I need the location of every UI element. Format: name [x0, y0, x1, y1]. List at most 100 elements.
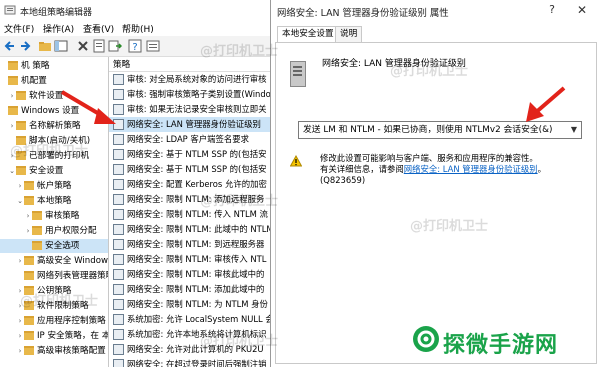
chevron-right-icon[interactable]: › — [16, 179, 24, 193]
chevron-right-icon[interactable]: › — [16, 329, 24, 343]
chevron-right-icon[interactable]: › — [16, 314, 24, 328]
list-column-header[interactable]: 策略 — [109, 57, 270, 72]
warning-line-2-prefix: 有关详细信息，请参阅 — [320, 164, 404, 174]
policy-icon — [113, 314, 124, 325]
tree-item[interactable]: › IP 安全策略，在 本 — [0, 329, 109, 343]
policy-icon — [113, 329, 124, 340]
policy-row[interactable]: 网络安全: 基于 NTLM SSP 的(包括安 — [109, 147, 270, 162]
policy-row[interactable]: 网络安全: 限制 NTLM: 添加此域中的 — [109, 282, 270, 297]
tree-item-label: 高级安全 Window — [37, 256, 108, 266]
policy-row[interactable]: 网络安全: LAN 管理器身份验证级别 — [109, 117, 270, 132]
editor-title-bar: 本地组策略编辑器 — [0, 0, 270, 21]
tree-item-label: 安全选项 — [45, 241, 80, 251]
policy-row-label: 网络安全: 限制 NTLM: 此域中的 NTLM — [127, 224, 270, 234]
tree-item[interactable]: 网络列表管理器策略 — [0, 269, 108, 283]
policy-row[interactable]: 网络安全: 限制 NTLM: 审核此域中的 — [109, 267, 270, 282]
tree-item[interactable]: ⌄ 本地策略 — [0, 194, 108, 208]
chevron-right-icon[interactable]: › — [24, 224, 32, 238]
delete-icon[interactable] — [76, 39, 90, 53]
help-icon[interactable]: ? — [128, 39, 142, 53]
tree-item[interactable]: › 审核策略 — [0, 209, 108, 223]
policy-row[interactable]: 网络安全: LDAP 客户端签名要求 — [109, 132, 270, 147]
back-arrow-icon[interactable] — [3, 39, 17, 53]
warning-text: 修改此设置可能影响与客户端、服务和应用程序的兼容性。 有关详细信息，请参阅网络安… — [320, 153, 590, 186]
policy-row[interactable]: 网络安全: 限制 NTLM: 此域中的 NTLM — [109, 222, 270, 237]
policy-list[interactable]: 审核: 对全局系统对象的访问进行审核 审核: 强制审核策略子类别设置(Windo 审… — [109, 72, 270, 367]
folder-icon — [24, 196, 34, 205]
policy-row[interactable]: 网络安全: 基于 NTLM SSP 的(包括安 — [109, 162, 270, 177]
chevron-down-icon[interactable]: ⌄ — [8, 164, 16, 178]
tab-local-security-setting[interactable]: 本地安全设置 — [277, 26, 339, 43]
policy-row-label: 网络安全: 在超过登录时间后强制注销 — [127, 359, 267, 367]
tree-item-label: 机 策略 — [21, 61, 50, 71]
svg-text:?: ? — [132, 42, 137, 53]
folder-icon — [24, 256, 34, 265]
watermark-track: @打印机卫士 — [20, 294, 99, 309]
tree-item[interactable]: › 高级安全 Window — [0, 254, 108, 268]
policy-row[interactable]: 审核: 强制审核策略子类别设置(Windo — [109, 87, 270, 102]
properties-icon[interactable] — [92, 39, 106, 53]
watermark-track: @打印机卫士 — [200, 334, 279, 349]
tree-item[interactable]: 安全选项 — [0, 239, 108, 253]
tree-item[interactable]: 机配置 — [0, 74, 108, 88]
policy-icon — [113, 224, 124, 235]
policy-row[interactable]: 系统加密: 允许 LocalSystem NULL 会 — [109, 312, 270, 327]
policy-row-label: 网络安全: 限制 NTLM: 为 NTLM 身份 — [127, 299, 268, 309]
show-tree-icon[interactable] — [54, 39, 68, 53]
policy-row-label: 网络安全: 限制 NTLM: 到远程服务器 — [127, 239, 265, 249]
policy-row-label: 网络安全: 基于 NTLM SSP 的(包括安 — [127, 164, 267, 174]
tree-item[interactable]: › 高级审核策略配置 — [0, 344, 108, 358]
policy-row[interactable]: 网络安全: 限制 NTLM: 到远程服务器 — [109, 237, 270, 252]
up-folder-icon[interactable] — [38, 39, 52, 53]
dialog-close-button[interactable]: ✕ — [573, 3, 591, 19]
policy-icon — [113, 149, 124, 160]
policy-row[interactable]: 网络安全: 限制 NTLM: 为 NTLM 身份 — [109, 297, 270, 312]
menu-file[interactable]: 文件(F) — [4, 22, 34, 35]
red-arrow-left — [60, 90, 116, 124]
policy-row[interactable]: 网络安全: 在超过登录时间后强制注销 — [109, 357, 270, 367]
policy-row[interactable]: 网络安全: 限制 NTLM: 传入 NTLM 流 — [109, 207, 270, 222]
policy-row[interactable]: 审核: 对全局系统对象的访问进行审核 — [109, 72, 270, 87]
brand-logo-icon — [413, 326, 439, 352]
chevron-right-icon[interactable]: › — [8, 89, 16, 103]
chevron-down-icon[interactable]: ▼ — [571, 122, 577, 138]
folder-icon — [24, 181, 34, 190]
warning-line-3: (Q823659) — [320, 175, 366, 185]
dialog-title: 网络安全: LAN 管理器身份验证级别 属性 — [277, 8, 449, 19]
menu-bar: 文件(F) 操作(A) 查看(V) 帮助(H) — [0, 20, 270, 36]
folder-icon — [16, 121, 26, 130]
tree-item[interactable]: 机 策略 — [0, 59, 108, 73]
menu-help[interactable]: 帮助(H) — [122, 22, 154, 35]
tree-item-label: IP 安全策略，在 本 — [37, 331, 109, 341]
warning-line-1: 修改此设置可能影响与客户端、服务和应用程序的兼容性。 — [320, 153, 538, 163]
policy-row[interactable]: 网络安全: 限制 NTLM: 审核传入 NTL — [109, 252, 270, 267]
chevron-right-icon[interactable]: › — [16, 344, 24, 358]
tab-explain[interactable]: 说明 — [335, 26, 363, 42]
policy-row-label: 网络安全: 限制 NTLM: 传入 NTLM 流 — [127, 209, 268, 219]
tree-item[interactable]: › 帐户策略 — [0, 179, 108, 193]
dialog-help-button[interactable]: ? — [543, 3, 561, 19]
folder-icon — [8, 106, 18, 115]
export-list-icon[interactable] — [108, 39, 122, 53]
policy-icon — [113, 194, 124, 205]
tree-item[interactable]: ⌄ 安全设置 — [0, 164, 108, 178]
chevron-right-icon[interactable]: › — [16, 254, 24, 268]
policy-row-label: 网络安全: 限制 NTLM: 添加此域中的 — [127, 284, 265, 294]
policy-row[interactable]: 审核: 如果无法记录安全审核则立即关 — [109, 102, 270, 117]
policy-row-label: 网络安全: 限制 NTLM: 审核此域中的 — [127, 269, 265, 279]
tree-item[interactable]: › 用户权限分配 — [0, 224, 108, 238]
view-icon[interactable] — [146, 39, 160, 53]
menu-action[interactable]: 操作(A) — [43, 22, 74, 35]
chevron-right-icon[interactable]: › — [8, 119, 16, 133]
chevron-right-icon[interactable]: › — [24, 209, 32, 223]
dialog-tabs: 本地安全设置 说明 — [275, 26, 597, 43]
tree-item-label: 用户权限分配 — [45, 226, 97, 236]
folder-icon — [24, 331, 34, 340]
tree-item-label: 安全设置 — [29, 166, 64, 176]
warning-help-link[interactable]: 网络安全: LAN 管理器身份验证级别 — [404, 164, 538, 174]
tree-item[interactable]: › 应用程序控制策略 — [0, 314, 108, 328]
folder-icon — [32, 226, 42, 235]
menu-view[interactable]: 查看(V) — [83, 22, 114, 35]
forward-arrow-icon[interactable] — [18, 39, 32, 53]
chevron-down-icon[interactable]: ⌄ — [16, 194, 24, 208]
